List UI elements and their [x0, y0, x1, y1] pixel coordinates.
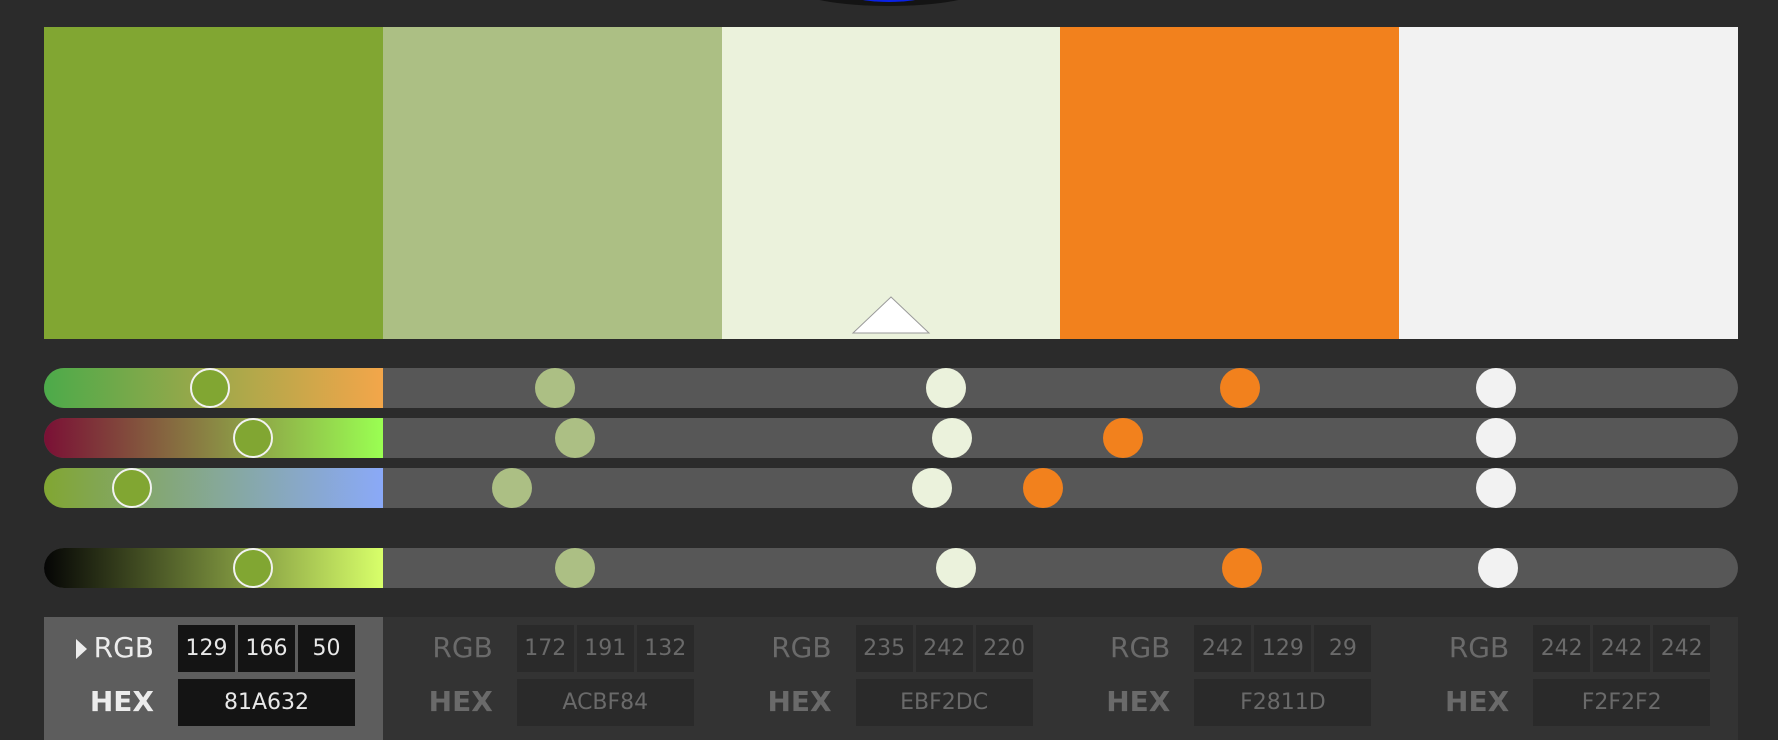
slider-knob-5[interactable] [1478, 548, 1518, 588]
slider-knob-4[interactable] [1023, 468, 1063, 508]
color-values-4[interactable]: RGB HEX 242 129 29 F2811D [1060, 617, 1399, 740]
green-input[interactable]: 242 [915, 625, 973, 672]
green-input[interactable]: 166 [238, 625, 295, 672]
slider-knob-2[interactable] [492, 468, 532, 508]
red-input[interactable]: 242 [1194, 625, 1252, 672]
slider-knob-1[interactable] [190, 368, 230, 408]
slider-knob-3[interactable] [932, 418, 972, 458]
hex-input[interactable]: ACBF84 [516, 679, 694, 726]
slider-knob-1[interactable] [112, 468, 152, 508]
slider-gradient-track[interactable] [44, 418, 383, 458]
blue-input[interactable]: 242 [1653, 625, 1711, 672]
green-input[interactable]: 242 [1593, 625, 1651, 672]
slider-knob-2[interactable] [555, 548, 595, 588]
slider-knob-2[interactable] [535, 368, 575, 408]
hex-label: HEX [1445, 685, 1510, 718]
hex-label: HEX [1106, 685, 1171, 718]
red-input[interactable]: 235 [855, 625, 913, 672]
value-panel: RGB HEX 129 166 50 81A632 RGB HEX 172 191 132 ACBF8… [44, 617, 1738, 740]
red-input[interactable]: 242 [1533, 625, 1591, 672]
slider-row-2[interactable] [44, 418, 1738, 458]
slider-knob-1[interactable] [233, 548, 273, 588]
slider-knob-4[interactable] [1103, 418, 1143, 458]
slider-gradient-track[interactable] [44, 468, 383, 508]
hex-input[interactable]: F2F2F2 [1533, 679, 1711, 726]
hex-label: HEX [767, 685, 832, 718]
slider-row-1[interactable] [44, 368, 1738, 408]
red-input[interactable]: 172 [516, 625, 574, 672]
slider-knob-5[interactable] [1476, 418, 1516, 458]
slider-knob-3[interactable] [912, 468, 952, 508]
swatch-1[interactable] [44, 27, 383, 339]
rgb-label: RGB [432, 631, 493, 664]
blue-input[interactable]: 132 [636, 625, 694, 672]
color-values-5[interactable]: RGB HEX 242 242 242 F2F2F2 [1399, 617, 1738, 740]
slider-knob-4[interactable] [1222, 548, 1262, 588]
slider-row-3[interactable] [44, 468, 1738, 508]
color-values-1[interactable]: RGB HEX 129 166 50 81A632 [44, 617, 383, 740]
slider-knob-4[interactable] [1220, 368, 1260, 408]
rgb-label: RGB [771, 631, 832, 664]
red-input[interactable]: 129 [178, 625, 235, 672]
hex-label: HEX [428, 685, 493, 718]
slider-knob-3[interactable] [926, 368, 966, 408]
rgb-label: RGB [1110, 631, 1171, 664]
blue-input[interactable]: 29 [1314, 625, 1372, 672]
color-wheel-selection [832, 0, 946, 2]
swatch-strip [44, 27, 1738, 339]
slider-gradient-track[interactable] [44, 548, 383, 588]
swatch-5[interactable] [1399, 27, 1738, 339]
blue-input[interactable]: 50 [298, 625, 355, 672]
slider-knob-5[interactable] [1476, 368, 1516, 408]
green-input[interactable]: 191 [576, 625, 634, 672]
swatch-pointer-icon [851, 296, 931, 334]
color-values-2[interactable]: RGB HEX 172 191 132 ACBF84 [383, 617, 722, 740]
rgb-label: RGB [93, 631, 154, 664]
hex-input[interactable]: EBF2DC [855, 679, 1033, 726]
swatch-4[interactable] [1060, 27, 1400, 339]
green-input[interactable]: 129 [1254, 625, 1312, 672]
swatch-3[interactable] [721, 27, 1061, 339]
hex-label: HEX [89, 685, 154, 718]
color-values-3[interactable]: RGB HEX 235 242 220 EBF2DC [722, 617, 1061, 740]
slider-knob-1[interactable] [233, 418, 273, 458]
rgb-label: RGB [1448, 631, 1510, 664]
color-wheel-edge[interactable] [796, 0, 982, 6]
hex-input[interactable]: 81A632 [178, 679, 355, 726]
slider-knob-2[interactable] [555, 418, 595, 458]
slider-knob-3[interactable] [936, 548, 976, 588]
swatch-2[interactable] [382, 27, 722, 339]
hex-input[interactable]: F2811D [1194, 679, 1372, 726]
slider-row-4[interactable] [44, 548, 1738, 588]
blue-input[interactable]: 220 [975, 625, 1033, 672]
slider-knob-5[interactable] [1476, 468, 1516, 508]
